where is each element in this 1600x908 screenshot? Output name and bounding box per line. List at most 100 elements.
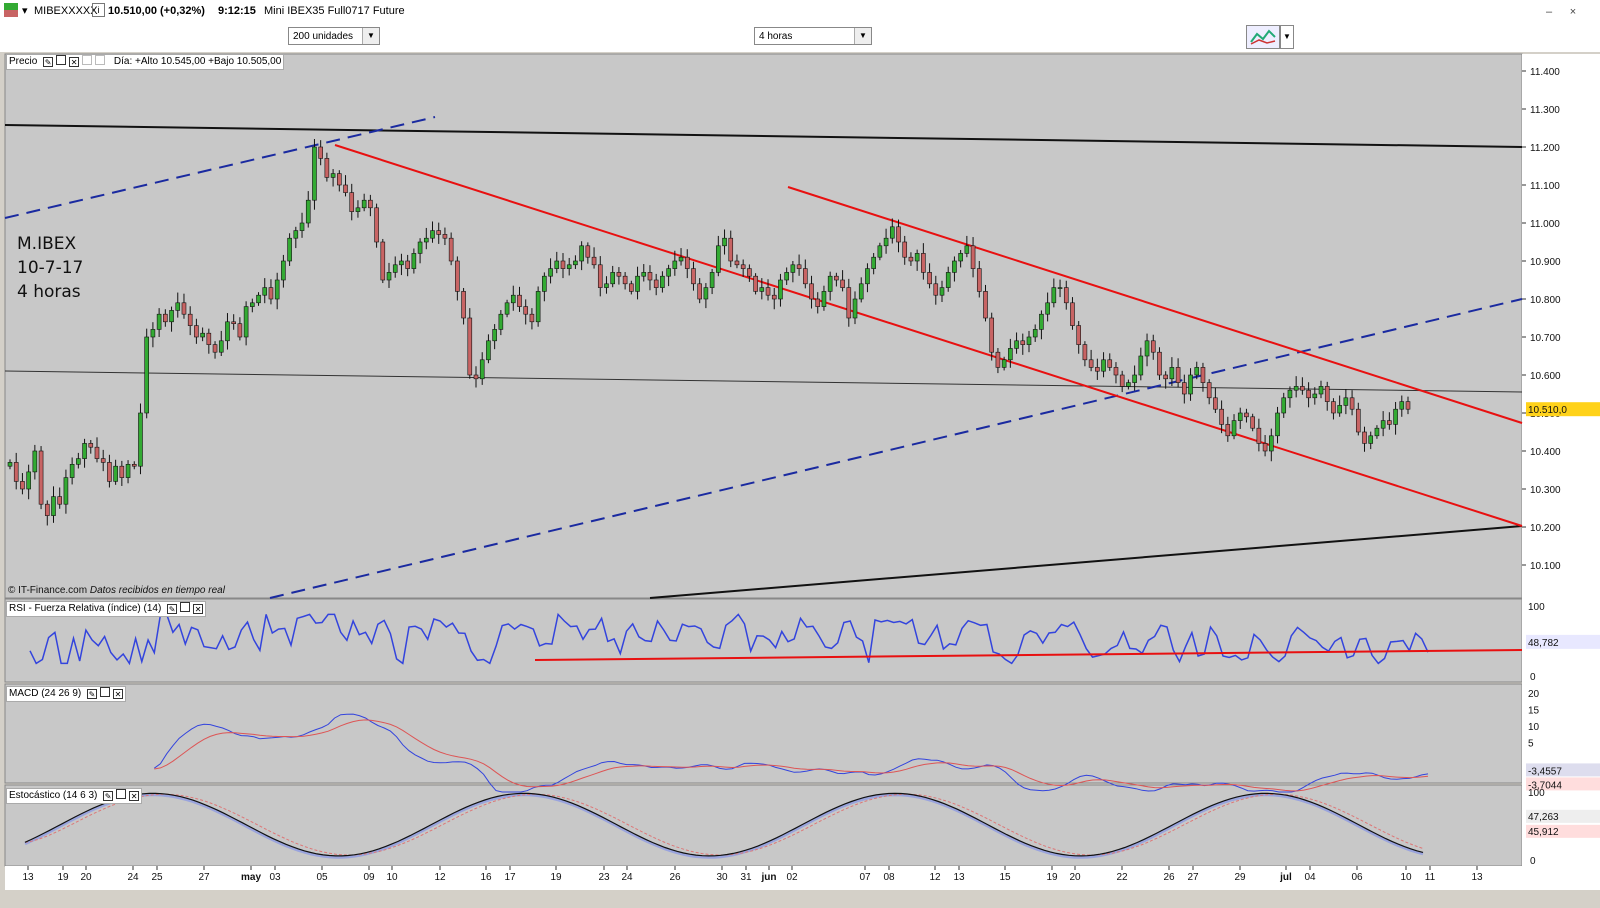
candle-body: [100, 458, 106, 463]
candle-body: [1281, 397, 1287, 414]
close-icon[interactable]: ✕: [193, 604, 204, 614]
candle-body: [666, 268, 671, 277]
x-tick-label: jun: [761, 872, 777, 883]
candle-body: [1318, 386, 1324, 395]
macd-panel-header: MACD (24 26 9) ✎ ✕: [6, 686, 127, 702]
info-icon[interactable]: i: [92, 3, 105, 17]
chart-area[interactable]: 11.400 11.300 11.200 11.100 11.000 10.900 10.8…: [0, 52, 1600, 908]
candle-body: [1250, 416, 1255, 429]
candle-body: [983, 291, 988, 319]
wrench-icon[interactable]: ✎: [103, 791, 114, 801]
candle-body: [1088, 359, 1094, 368]
candle-body: [989, 317, 995, 353]
candle-body: [995, 351, 1001, 368]
candle-body: [473, 374, 479, 380]
candle-body: [933, 283, 939, 296]
candle-body: [274, 279, 280, 300]
candle-body: [187, 313, 193, 326]
chart-icon: [4, 3, 18, 17]
candle-body: [740, 264, 746, 269]
candle-body: [305, 199, 311, 224]
candle-body: [852, 298, 858, 319]
interval-select[interactable]: 4 horas ▼: [754, 27, 872, 45]
candle-body: [361, 199, 367, 209]
candle-body: [1063, 287, 1069, 304]
x-tick-label: 04: [1304, 872, 1316, 883]
instrument-name: Mini IBEX35 Full0717 Future: [264, 5, 405, 17]
candle-body: [902, 241, 908, 258]
candle-body: [1331, 401, 1336, 414]
candle-body: [1175, 367, 1181, 383]
candle-body: [653, 279, 659, 288]
candle-body: [976, 268, 982, 292]
candle-body: [1300, 386, 1305, 391]
candle-body: [1362, 431, 1367, 444]
stoch-axis-label: 100: [1528, 788, 1545, 799]
candle-body: [815, 298, 821, 307]
maximize-icon[interactable]: [100, 687, 111, 697]
candle-body: [858, 283, 864, 300]
x-tick-label: 06: [1351, 872, 1363, 883]
candle-body: [535, 291, 541, 323]
x-tick-label: 20: [80, 872, 92, 883]
units-select[interactable]: 200 unidades ▼: [288, 27, 380, 45]
wrench-icon[interactable]: ✎: [87, 689, 98, 699]
candle-body: [1144, 340, 1150, 357]
candle-body: [1169, 367, 1175, 380]
candle-body: [629, 283, 634, 292]
candle-body: [597, 264, 603, 288]
candle-body: [1082, 344, 1088, 361]
title-bar: ▾ MIBEXXXXX i 10.510,00 (+0,32%) 9:12:15…: [0, 0, 1600, 23]
candle-body: [250, 302, 255, 307]
y-tick-label: 11.400: [1530, 67, 1560, 78]
price-panel-header: Precio ✎ ✕ Día: +Alto 10.545,00 +Bajo 10.…: [6, 54, 285, 70]
candle-body: [1051, 287, 1057, 304]
candle-body: [896, 226, 901, 243]
chart-style-dropdown[interactable]: ▼: [1280, 25, 1294, 49]
candle-body: [1101, 359, 1106, 372]
minimize-icon[interactable]: –: [1542, 5, 1556, 19]
maximize-icon[interactable]: [116, 789, 127, 799]
wrench-icon[interactable]: ✎: [43, 57, 54, 67]
close-icon[interactable]: ✕: [113, 689, 124, 699]
y-tick-label: 11.300: [1530, 105, 1560, 116]
maximize-icon[interactable]: [180, 602, 191, 612]
candle-body: [312, 146, 317, 201]
candle-body: [1138, 355, 1144, 376]
chart-toolbar: 200 unidades ▼ 4 horas ▼ ▼: [0, 22, 1600, 52]
candle-body: [908, 256, 914, 262]
candle-body: [542, 275, 547, 292]
x-tick-label: 30: [716, 872, 728, 883]
candle-body: [169, 310, 174, 323]
candle-body: [958, 253, 963, 262]
menu-arrow-icon[interactable]: ▾: [22, 4, 28, 17]
y-tick-label: 10.700: [1530, 333, 1561, 344]
candle-body: [181, 302, 187, 315]
chevron-down-icon: ▼: [362, 28, 379, 44]
candle-body: [840, 279, 845, 288]
wrench-icon[interactable]: ✎: [167, 604, 178, 614]
candle-body: [703, 287, 709, 300]
x-tick-label: 05: [316, 872, 328, 883]
candle-body: [125, 463, 131, 478]
close-icon[interactable]: ×: [1566, 5, 1580, 19]
panel-option-icon[interactable]: [95, 55, 106, 65]
candle-body: [1206, 382, 1212, 399]
indicator-panel-bg: [4, 683, 1523, 784]
candle-body: [1157, 351, 1162, 376]
candle-body: [1399, 401, 1405, 410]
panel-option-icon[interactable]: [82, 55, 93, 65]
candle-body: [1045, 302, 1050, 315]
candle-body: [1287, 389, 1293, 399]
rsi-value-label: 48,782: [1528, 638, 1559, 649]
maximize-icon[interactable]: [56, 55, 67, 65]
candle-body: [51, 496, 56, 516]
y-tick-label: 10.100: [1530, 561, 1561, 572]
chart-style-button[interactable]: [1246, 25, 1280, 49]
y-tick-label: 10.600: [1530, 371, 1561, 382]
candle-body: [131, 463, 137, 467]
close-icon[interactable]: ✕: [129, 791, 140, 801]
candle-body: [691, 268, 696, 285]
candle-body: [1213, 397, 1218, 410]
close-icon[interactable]: ✕: [69, 57, 80, 67]
